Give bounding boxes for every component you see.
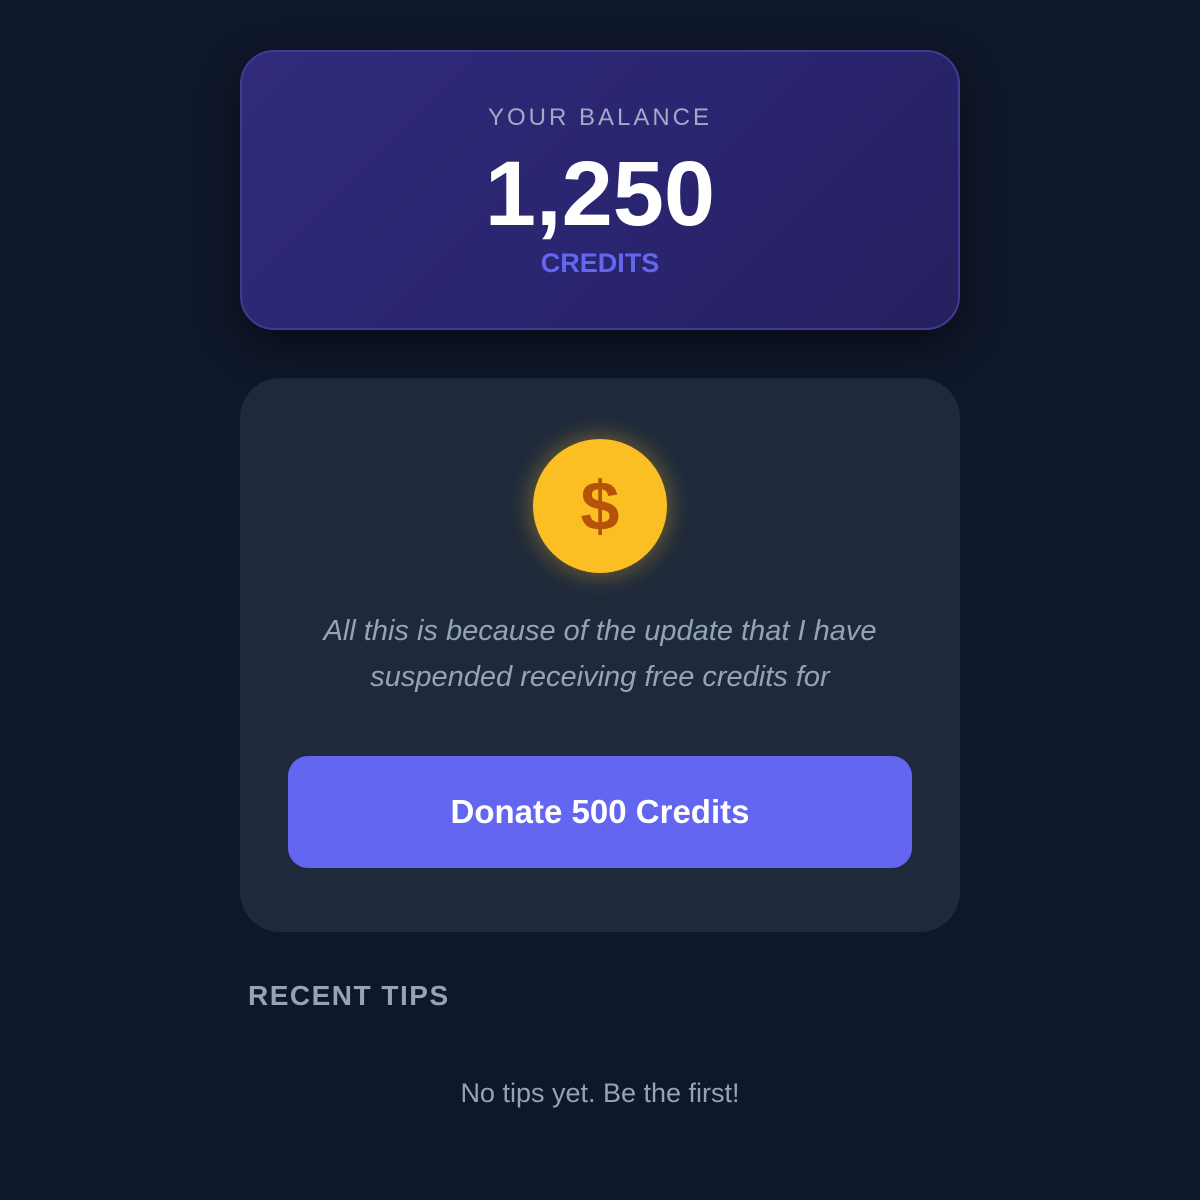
tip-jar-panel: YOUR BALANCE 1,250 CREDITS $ All this is… [240, 50, 960, 1108]
dollar-coin-icon: $ [533, 439, 667, 573]
balance-label: YOUR BALANCE [487, 104, 713, 131]
donate-button[interactable]: Donate 500 Credits [288, 756, 912, 868]
donate-message: All this is because of the update that I… [323, 615, 877, 693]
recent-tips-empty-state: No tips yet. Be the first! [460, 1078, 740, 1108]
recent-tips-heading: RECENT TIPS [248, 980, 450, 1011]
balance-unit: CREDITS [540, 248, 660, 278]
balance-value: 1,250 [484, 143, 716, 245]
balance-card: YOUR BALANCE 1,250 CREDITS [240, 50, 960, 330]
dollar-sign-glyph: $ [580, 467, 620, 545]
donate-card: $ All this is because of the update that… [240, 378, 960, 932]
